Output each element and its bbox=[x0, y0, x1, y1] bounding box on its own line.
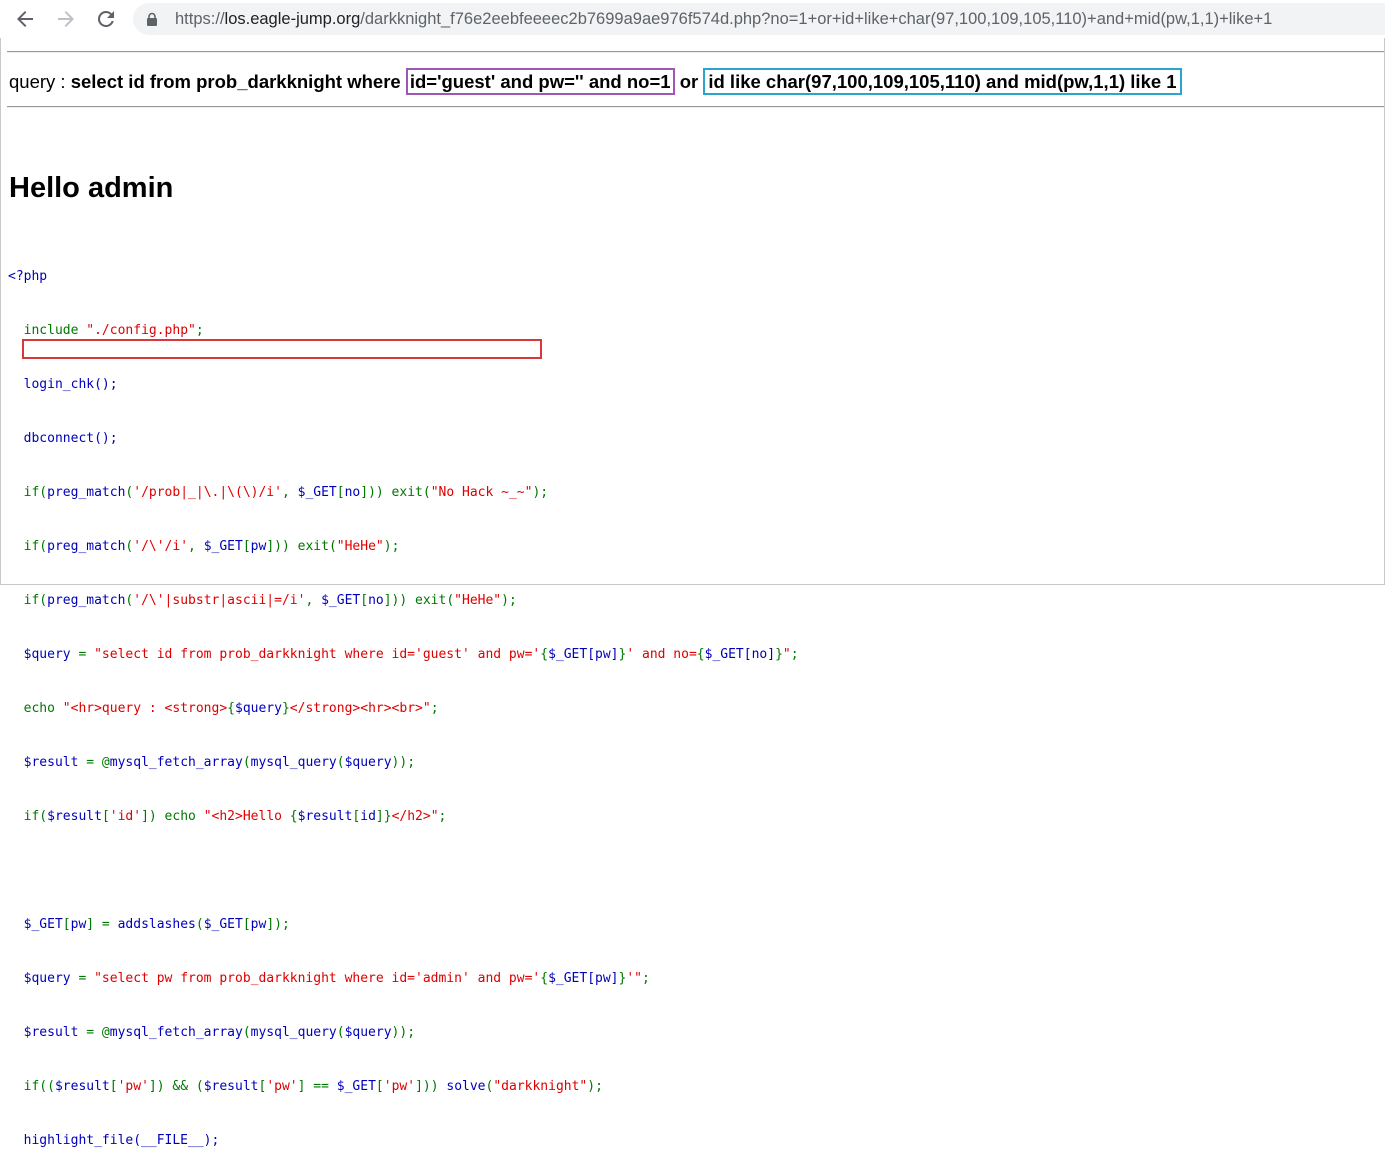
address-bar[interactable]: https://los.eagle-jump.org/darkknight_f7… bbox=[133, 3, 1385, 35]
query-prefix: query : bbox=[9, 71, 71, 92]
horizontal-rule bbox=[7, 51, 1384, 53]
code-line: $query = "select id from prob_darkknight… bbox=[8, 647, 799, 662]
url-path: /darkknight_f76e2eebfeeeec2b7699a9ae976f… bbox=[360, 10, 1273, 28]
annotation-box-red bbox=[22, 339, 542, 359]
code-line: $result = @mysql_fetch_array(mysql_query… bbox=[8, 1025, 416, 1040]
code-line: $result = @mysql_fetch_array(mysql_query… bbox=[8, 755, 416, 770]
code-line: <?php bbox=[8, 269, 48, 284]
url-scheme: https:// bbox=[175, 10, 225, 28]
code-line: $_GET[pw] = addslashes($_GET[pw]); bbox=[8, 917, 290, 932]
query-select: select id from prob_darkknight where bbox=[70, 71, 406, 92]
code-line: highlight_file(__FILE__); bbox=[8, 1133, 220, 1148]
code-line: dbconnect(); bbox=[8, 431, 118, 446]
forward-arrow-icon[interactable] bbox=[54, 7, 78, 31]
code-line: if(preg_match('/\'/i', $_GET[pw])) exit(… bbox=[8, 539, 400, 554]
url-text[interactable]: https://los.eagle-jump.org/darkknight_f7… bbox=[175, 3, 1272, 35]
query-or: or bbox=[674, 71, 704, 92]
browser-toolbar: https://los.eagle-jump.org/darkknight_f7… bbox=[0, 0, 1385, 38]
reload-icon[interactable] bbox=[94, 7, 118, 31]
code-line: include "./config.php"; bbox=[8, 323, 204, 338]
code-line: $query = "select pw from prob_darkknight… bbox=[8, 971, 650, 986]
annotation-box-purple: id='guest' and pw='' and no=1 bbox=[405, 68, 675, 95]
query-injected: id like char(97,100,109,105,110) and mid… bbox=[708, 71, 1177, 92]
code-line: if(($result['pw']) && ($result['pw'] == … bbox=[8, 1079, 603, 1094]
horizontal-rule bbox=[7, 106, 1384, 108]
query-output: query : select id from prob_darkknight w… bbox=[9, 68, 1182, 95]
code-line: login_chk(); bbox=[8, 377, 118, 392]
query-strong: select id from prob_darkknight where id=… bbox=[71, 68, 1182, 95]
code-line: if(preg_match('/prob|_|\.|\(\)/i', $_GET… bbox=[8, 485, 549, 500]
hello-heading: Hello admin bbox=[9, 172, 174, 204]
url-host: los.eagle-jump.org bbox=[224, 10, 361, 28]
back-arrow-icon[interactable] bbox=[13, 7, 37, 31]
query-boxed-condition: id='guest' and pw='' and no=1 bbox=[409, 71, 671, 92]
code-token: "./config.php" bbox=[86, 323, 196, 338]
code-line: if(preg_match('/\'|substr|ascii|=/i', $_… bbox=[8, 593, 517, 608]
annotation-box-blue: id like char(97,100,109,105,110) and mid… bbox=[703, 68, 1182, 95]
code-line: echo "<hr>query : <strong>{$query}</stro… bbox=[8, 701, 439, 716]
php-source-listing: <?php include "./config.php"; login_chk(… bbox=[8, 232, 799, 1170]
lock-icon[interactable] bbox=[145, 12, 159, 26]
code-line: if($result['id']) echo "<h2>Hello {$resu… bbox=[8, 809, 447, 824]
